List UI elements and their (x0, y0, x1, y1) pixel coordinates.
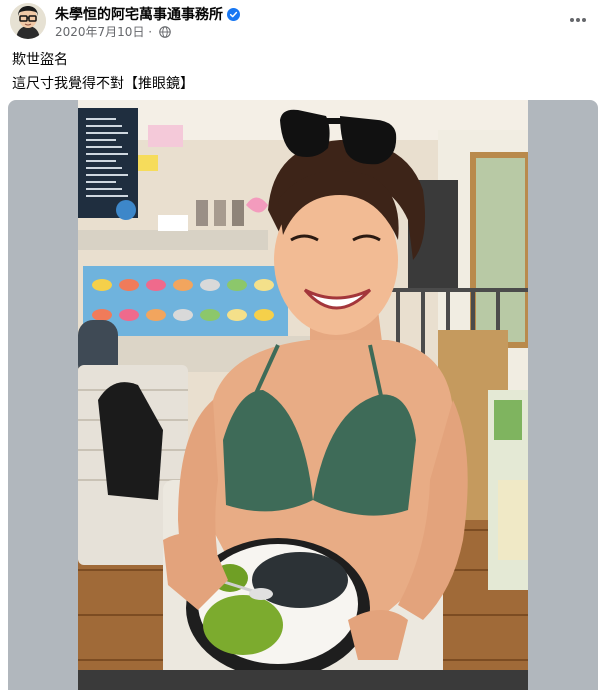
more-dot (570, 18, 574, 22)
globe-icon[interactable] (159, 26, 171, 41)
menu-poster-item (227, 309, 247, 321)
menu-board-line (86, 167, 122, 169)
menu-board-line (86, 174, 128, 176)
more-dot (576, 18, 580, 22)
author-avatar[interactable] (10, 3, 46, 39)
author-name-link[interactable]: 朱學恒的阿宅萬事通事務所 (55, 7, 223, 23)
menu-poster-item (119, 309, 139, 321)
post-media[interactable] (8, 100, 598, 690)
menu-poster-item (254, 309, 274, 321)
post-header: 朱學恒的阿宅萬事通事務所 2020年7月10日 · (0, 0, 614, 44)
menu-poster-item (173, 309, 193, 321)
menu-poster-item (173, 279, 193, 291)
menu-board-line (86, 160, 116, 162)
post-photo[interactable] (78, 100, 528, 690)
post-meta: 2020年7月10日 · (55, 23, 171, 41)
photo-illustration (78, 100, 528, 690)
menu-board-line (86, 181, 116, 183)
author-name-row: 朱學恒的阿宅萬事通事務所 (55, 4, 240, 25)
menu-poster-item (92, 279, 112, 291)
menu-poster-item (200, 279, 220, 291)
menu-poster-item (200, 309, 220, 321)
menu-board-line (86, 132, 128, 134)
menu-board-line (86, 125, 122, 127)
menu-board-line (86, 153, 128, 155)
menu-board-line (86, 139, 116, 141)
menu-board-line (86, 118, 116, 120)
menu-poster-item (146, 309, 166, 321)
menu-poster-item (254, 279, 274, 291)
post-timestamp[interactable]: 2020年7月10日 (55, 25, 144, 39)
menu-poster-item (119, 279, 139, 291)
menu-board-line (86, 146, 122, 148)
verified-badge-icon (227, 8, 240, 25)
menu-poster-item (92, 309, 112, 321)
more-options-button[interactable] (566, 10, 590, 30)
more-dot (582, 18, 586, 22)
menu-board-line (86, 195, 128, 197)
menu-board-line (86, 188, 122, 190)
menu-poster-item (227, 279, 247, 291)
menu-poster-item (146, 279, 166, 291)
post-text-line-1: 欺世盜名 (12, 52, 68, 68)
post-text-line-2: 這尺寸我覺得不對【推眼鏡】 (12, 76, 194, 92)
meta-separator: · (144, 25, 156, 39)
avatar-image (10, 3, 46, 39)
